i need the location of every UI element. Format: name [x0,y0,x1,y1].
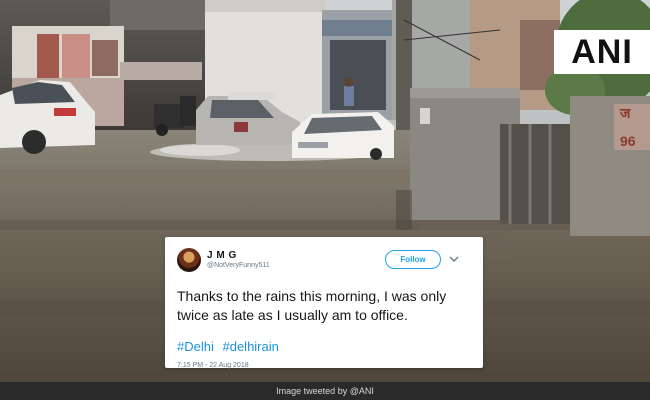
hashtag-link[interactable]: #Delhi [177,339,214,354]
caption-text: Image tweeted by @ANI [276,386,374,396]
hashtag-link[interactable]: #delhirain [222,339,278,354]
tweet-timestamp[interactable]: 7:15 PM - 22 Aug 2018 [177,362,471,369]
follow-button[interactable]: Follow [385,250,441,269]
tweet-text: Thanks to the rains this morning, I was … [177,288,447,323]
chevron-down-icon[interactable] [449,255,459,263]
svg-text:ज: ज [619,105,631,121]
ani-logo: ANI [554,30,650,74]
svg-text:96: 96 [620,133,636,149]
user-handle[interactable]: @NotVeryFunny511 [207,262,270,270]
display-name[interactable]: J M G [207,250,270,261]
embedded-tweet: J M G @NotVeryFunny511 Follow Thanks to … [165,237,483,369]
image-caption: Image tweeted by @ANI [0,382,650,400]
tweet-header: J M G @NotVeryFunny511 Follow [177,247,471,273]
avatar[interactable] [177,248,201,272]
tweet-hashtags: #Delhi #delhirain [177,339,471,354]
tweet-author: J M G @NotVeryFunny511 [207,250,270,270]
